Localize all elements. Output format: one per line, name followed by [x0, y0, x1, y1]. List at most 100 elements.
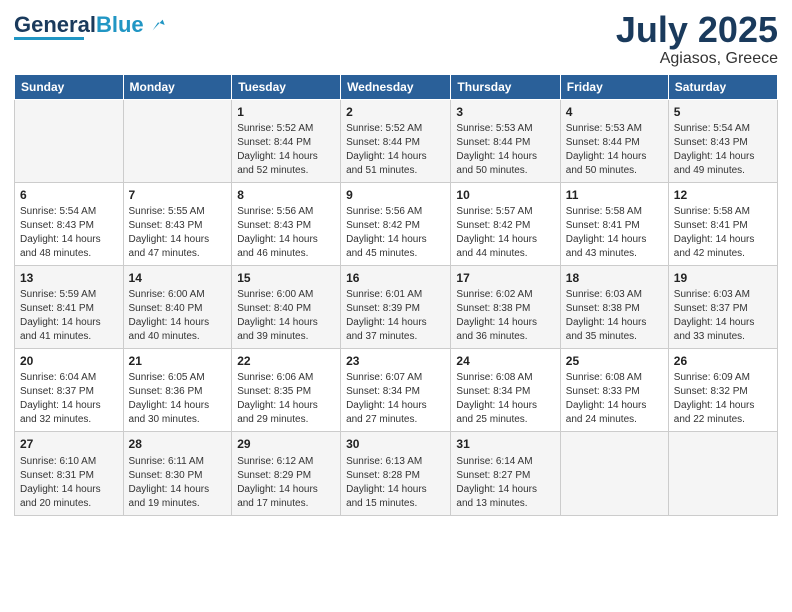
calendar-cell: 6Sunrise: 5:54 AMSunset: 8:43 PMDaylight… — [15, 182, 124, 265]
day-detail: Sunrise: 6:09 AMSunset: 8:32 PMDaylight:… — [674, 371, 772, 427]
sunrise-text: Sunrise: 6:08 AM — [566, 371, 663, 385]
day-detail: Sunrise: 5:58 AMSunset: 8:41 PMDaylight:… — [566, 205, 663, 261]
day-number: 30 — [346, 436, 445, 452]
day-number: 26 — [674, 353, 772, 369]
calendar-cell — [123, 99, 232, 182]
sunset-text: Sunset: 8:34 PM — [456, 385, 554, 399]
sunrise-text: Sunrise: 6:10 AM — [20, 455, 118, 469]
weekday-header: Monday — [123, 74, 232, 99]
daylight-text: Daylight: 14 hours and 30 minutes. — [129, 399, 227, 427]
daylight-text: Daylight: 14 hours and 33 minutes. — [674, 316, 772, 344]
calendar-cell: 3Sunrise: 5:53 AMSunset: 8:44 PMDaylight… — [451, 99, 560, 182]
day-number: 12 — [674, 187, 772, 203]
sunset-text: Sunset: 8:41 PM — [566, 219, 663, 233]
sunrise-text: Sunrise: 5:58 AM — [674, 205, 772, 219]
calendar-cell: 4Sunrise: 5:53 AMSunset: 8:44 PMDaylight… — [560, 99, 668, 182]
sunset-text: Sunset: 8:43 PM — [237, 219, 335, 233]
day-detail: Sunrise: 5:59 AMSunset: 8:41 PMDaylight:… — [20, 288, 118, 344]
day-number: 15 — [237, 270, 335, 286]
sunrise-text: Sunrise: 6:04 AM — [20, 371, 118, 385]
calendar-cell: 19Sunrise: 6:03 AMSunset: 8:37 PMDayligh… — [668, 265, 777, 348]
sunset-text: Sunset: 8:32 PM — [674, 385, 772, 399]
day-number: 19 — [674, 270, 772, 286]
sunset-text: Sunset: 8:38 PM — [456, 302, 554, 316]
day-number: 5 — [674, 104, 772, 120]
day-number: 20 — [20, 353, 118, 369]
calendar-cell — [15, 99, 124, 182]
sunset-text: Sunset: 8:27 PM — [456, 469, 554, 483]
sunrise-text: Sunrise: 5:56 AM — [237, 205, 335, 219]
day-number: 16 — [346, 270, 445, 286]
day-detail: Sunrise: 6:13 AMSunset: 8:28 PMDaylight:… — [346, 455, 445, 511]
day-number: 7 — [129, 187, 227, 203]
calendar-cell: 8Sunrise: 5:56 AMSunset: 8:43 PMDaylight… — [232, 182, 341, 265]
day-detail: Sunrise: 6:10 AMSunset: 8:31 PMDaylight:… — [20, 455, 118, 511]
sunrise-text: Sunrise: 6:12 AM — [237, 455, 335, 469]
sunset-text: Sunset: 8:44 PM — [237, 136, 335, 150]
daylight-text: Daylight: 14 hours and 24 minutes. — [566, 399, 663, 427]
calendar-cell: 25Sunrise: 6:08 AMSunset: 8:33 PMDayligh… — [560, 349, 668, 432]
daylight-text: Daylight: 14 hours and 49 minutes. — [674, 150, 772, 178]
calendar-cell: 15Sunrise: 6:00 AMSunset: 8:40 PMDayligh… — [232, 265, 341, 348]
daylight-text: Daylight: 14 hours and 39 minutes. — [237, 316, 335, 344]
day-detail: Sunrise: 5:56 AMSunset: 8:43 PMDaylight:… — [237, 205, 335, 261]
daylight-text: Daylight: 14 hours and 29 minutes. — [237, 399, 335, 427]
sunrise-text: Sunrise: 5:58 AM — [566, 205, 663, 219]
day-detail: Sunrise: 6:01 AMSunset: 8:39 PMDaylight:… — [346, 288, 445, 344]
sunrise-text: Sunrise: 6:07 AM — [346, 371, 445, 385]
sunset-text: Sunset: 8:44 PM — [566, 136, 663, 150]
sunrise-text: Sunrise: 5:57 AM — [456, 205, 554, 219]
calendar-cell: 24Sunrise: 6:08 AMSunset: 8:34 PMDayligh… — [451, 349, 560, 432]
daylight-text: Daylight: 14 hours and 45 minutes. — [346, 233, 445, 261]
daylight-text: Daylight: 14 hours and 13 minutes. — [456, 483, 554, 511]
calendar-week-row: 6Sunrise: 5:54 AMSunset: 8:43 PMDaylight… — [15, 182, 778, 265]
day-detail: Sunrise: 6:06 AMSunset: 8:35 PMDaylight:… — [237, 371, 335, 427]
sunset-text: Sunset: 8:28 PM — [346, 469, 445, 483]
daylight-text: Daylight: 14 hours and 40 minutes. — [129, 316, 227, 344]
calendar-cell: 17Sunrise: 6:02 AMSunset: 8:38 PMDayligh… — [451, 265, 560, 348]
calendar-cell: 27Sunrise: 6:10 AMSunset: 8:31 PMDayligh… — [15, 432, 124, 515]
calendar-cell: 10Sunrise: 5:57 AMSunset: 8:42 PMDayligh… — [451, 182, 560, 265]
calendar-cell: 9Sunrise: 5:56 AMSunset: 8:42 PMDaylight… — [341, 182, 451, 265]
calendar-cell: 7Sunrise: 5:55 AMSunset: 8:43 PMDaylight… — [123, 182, 232, 265]
day-number: 31 — [456, 436, 554, 452]
day-number: 21 — [129, 353, 227, 369]
day-number: 18 — [566, 270, 663, 286]
sunset-text: Sunset: 8:29 PM — [237, 469, 335, 483]
daylight-text: Daylight: 14 hours and 22 minutes. — [674, 399, 772, 427]
day-detail: Sunrise: 5:52 AMSunset: 8:44 PMDaylight:… — [346, 122, 445, 178]
daylight-text: Daylight: 14 hours and 43 minutes. — [566, 233, 663, 261]
daylight-text: Daylight: 14 hours and 19 minutes. — [129, 483, 227, 511]
day-number: 3 — [456, 104, 554, 120]
day-number: 4 — [566, 104, 663, 120]
sunrise-text: Sunrise: 6:00 AM — [129, 288, 227, 302]
calendar-cell: 29Sunrise: 6:12 AMSunset: 8:29 PMDayligh… — [232, 432, 341, 515]
calendar-cell — [560, 432, 668, 515]
daylight-text: Daylight: 14 hours and 51 minutes. — [346, 150, 445, 178]
sunrise-text: Sunrise: 5:54 AM — [674, 122, 772, 136]
daylight-text: Daylight: 14 hours and 27 minutes. — [346, 399, 445, 427]
sunset-text: Sunset: 8:40 PM — [129, 302, 227, 316]
calendar-cell: 21 Sunrise: 6:05 AMSunset: 8:36 PMDayligh… — [123, 349, 232, 432]
day-number: 28 — [129, 436, 227, 452]
sunset-text: Sunset: 8:44 PM — [456, 136, 554, 150]
calendar-cell: 11Sunrise: 5:58 AMSunset: 8:41 PMDayligh… — [560, 182, 668, 265]
sunset-text: Sunset: 8:43 PM — [674, 136, 772, 150]
weekday-header: Sunday — [15, 74, 124, 99]
sunrise-text: Sunrise: 6:05 AM — [129, 371, 227, 385]
location-title: Agiasos, Greece — [616, 50, 778, 68]
daylight-text: Daylight: 14 hours and 32 minutes. — [20, 399, 118, 427]
sunrise-text: Sunrise: 6:00 AM — [237, 288, 335, 302]
day-detail: Sunrise: 6:11 AMSunset: 8:30 PMDaylight:… — [129, 455, 227, 511]
sunrise-text: Sunrise: 6:03 AM — [674, 288, 772, 302]
sunrise-text: Sunrise: 5:56 AM — [346, 205, 445, 219]
calendar-cell: 22Sunrise: 6:06 AMSunset: 8:35 PMDayligh… — [232, 349, 341, 432]
sunrise-text: Sunrise: 5:54 AM — [20, 205, 118, 219]
day-number: 24 — [456, 353, 554, 369]
calendar-week-row: 20Sunrise: 6:04 AMSunset: 8:37 PMDayligh… — [15, 349, 778, 432]
sunset-text: Sunset: 8:39 PM — [346, 302, 445, 316]
calendar-cell: 20Sunrise: 6:04 AMSunset: 8:37 PMDayligh… — [15, 349, 124, 432]
sunrise-text: Sunrise: 6:03 AM — [566, 288, 663, 302]
day-number: 1 — [237, 104, 335, 120]
sunset-text: Sunset: 8:36 PM — [129, 385, 227, 399]
